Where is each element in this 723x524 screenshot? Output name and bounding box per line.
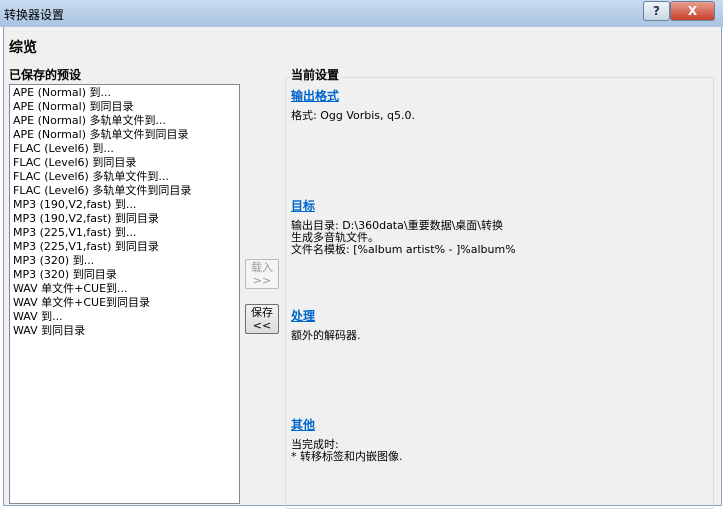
processing-text: 额外的解码器. bbox=[291, 330, 361, 342]
title-bar: 转换器设置 ? X bbox=[0, 0, 723, 27]
saved-presets-label: 已保存的预设 bbox=[9, 68, 82, 82]
text-line: 文件名模板: [%album artist% - ]%album% bbox=[291, 243, 516, 256]
preset-item[interactable]: WAV 到同目录 bbox=[13, 324, 236, 338]
destination-link[interactable]: 目标 bbox=[291, 197, 315, 214]
preset-item[interactable]: APE (Normal) 到同目录 bbox=[13, 100, 236, 114]
preset-item[interactable]: MP3 (225,V1,fast) 到... bbox=[13, 226, 236, 240]
preset-item[interactable]: APE (Normal) 多轨单文件到同目录 bbox=[13, 128, 236, 142]
preset-item[interactable]: MP3 (225,V1,fast) 到同目录 bbox=[13, 240, 236, 254]
destination-text: 输出目录: D:\360data\重要数据\桌面\转换 生成多音轨文件。 文件名… bbox=[291, 220, 516, 256]
preset-item[interactable]: WAV 到... bbox=[13, 310, 236, 324]
preset-item[interactable]: APE (Normal) 多轨单文件到... bbox=[13, 114, 236, 128]
other-link[interactable]: 其他 bbox=[291, 416, 315, 433]
text-line: * 转移标签和内嵌图像. bbox=[291, 450, 403, 463]
save-label: 保存 bbox=[251, 306, 273, 319]
preset-item[interactable]: MP3 (320) 到... bbox=[13, 254, 236, 268]
processing-link[interactable]: 处理 bbox=[291, 307, 315, 324]
current-settings-label: 当前设置 bbox=[289, 66, 342, 83]
text-line: 额外的解码器. bbox=[291, 329, 361, 342]
other-text: 当完成时: * 转移标签和内嵌图像. bbox=[291, 439, 403, 463]
load-button[interactable]: 载入 >> bbox=[245, 259, 279, 289]
preset-item[interactable]: FLAC (Level6) 到... bbox=[13, 142, 236, 156]
preset-item[interactable]: MP3 (190,V2,fast) 到... bbox=[13, 198, 236, 212]
save-arrow: << bbox=[252, 319, 272, 332]
preset-item[interactable]: FLAC (Level6) 多轨单文件到... bbox=[13, 170, 236, 184]
preset-item[interactable]: FLAC (Level6) 到同目录 bbox=[13, 156, 236, 170]
save-button[interactable]: 保存 << bbox=[245, 304, 279, 334]
presets-list[interactable]: APE (Normal) 到... APE (Normal) 到同目录 APE (N… bbox=[9, 84, 240, 504]
load-label: 载入 bbox=[251, 261, 273, 274]
preset-item[interactable]: APE (Normal) 到... bbox=[13, 86, 236, 100]
preset-item[interactable]: MP3 (320) 到同目录 bbox=[13, 268, 236, 282]
output-format-link[interactable]: 输出格式 bbox=[291, 87, 339, 104]
window-title: 转换器设置 bbox=[4, 8, 65, 22]
preset-item[interactable]: WAV 单文件+CUE到... bbox=[13, 282, 236, 296]
overview-heading: 综览 bbox=[9, 40, 37, 56]
preset-item[interactable]: FLAC (Level6) 多轨单文件到同目录 bbox=[13, 184, 236, 198]
text-line: 格式: Ogg Vorbis, q5.0. bbox=[291, 109, 415, 122]
preset-item[interactable]: WAV 单文件+CUE到同目录 bbox=[13, 296, 236, 310]
preset-item[interactable]: MP3 (190,V2,fast) 到同目录 bbox=[13, 212, 236, 226]
help-button[interactable]: ? bbox=[643, 1, 670, 21]
output-format-text: 格式: Ogg Vorbis, q5.0. bbox=[291, 110, 415, 122]
close-button[interactable]: X bbox=[670, 1, 715, 21]
load-arrow: >> bbox=[252, 274, 272, 287]
